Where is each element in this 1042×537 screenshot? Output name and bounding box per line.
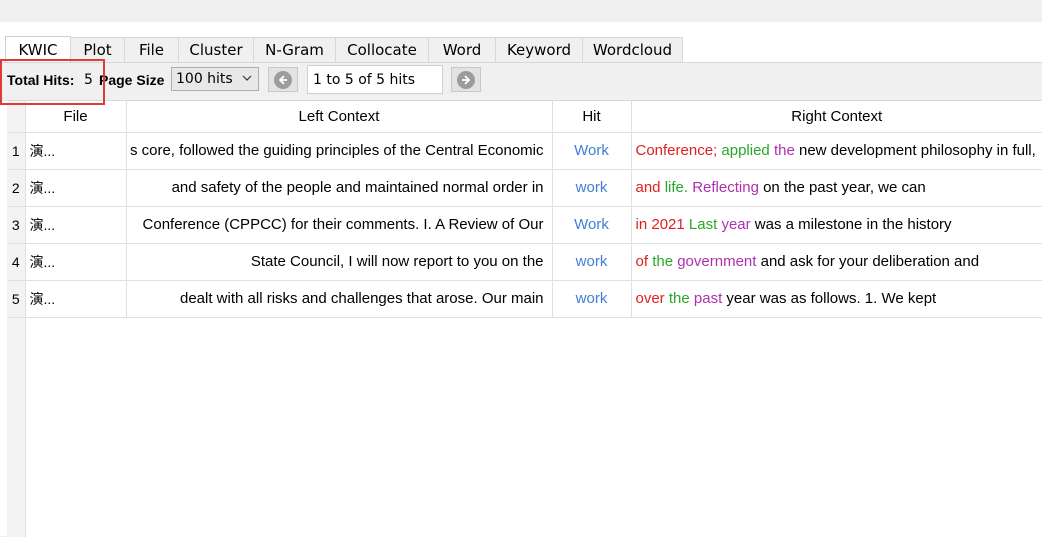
left-context-cell: dealt with all risks and challenges that… <box>126 280 553 318</box>
kwic-results-grid: File Left Context Hit Right Context 1 演..… <box>7 100 1042 537</box>
right-context-token: Last <box>688 216 718 233</box>
tab-cluster[interactable]: Cluster <box>178 37 254 62</box>
table-header-row: File Left Context Hit Right Context <box>7 101 1042 133</box>
right-context-token: Reflecting <box>692 179 759 196</box>
left-context-cell: State Council, I will now report to you … <box>126 243 553 281</box>
tab-collocate[interactable]: Collocate <box>335 37 429 62</box>
right-context-token: new development philosophy in full, <box>794 142 1036 159</box>
right-context-token: 2021 <box>651 216 685 233</box>
table-row[interactable]: 1 演... s core, followed the guiding princi… <box>7 132 1042 170</box>
right-context-token: over <box>635 290 665 307</box>
right-context-token: Conference; <box>635 142 718 159</box>
right-context-token: and ask for your deliberation and <box>756 253 980 270</box>
arrow-left-icon <box>274 70 292 89</box>
row-number: 1 <box>7 132 26 170</box>
column-header-left-context[interactable]: Left Context <box>126 101 553 133</box>
prev-page-button[interactable] <box>268 67 298 92</box>
row-number: 2 <box>7 169 26 207</box>
left-context-cell: Conference (CPPCC) for their comments. I… <box>126 206 553 244</box>
column-header-right-context[interactable]: Right Context <box>631 101 1042 133</box>
right-context-token: was a milestone in the history <box>750 216 952 233</box>
table-row[interactable]: 5 演... dealt with all risks and challenges… <box>7 280 1042 318</box>
hit-cell[interactable]: Work <box>552 206 632 244</box>
right-context-cell: of the government and ask for your delib… <box>631 243 1042 281</box>
right-context-cell: in 2021 Last year was a milestone in the… <box>631 206 1042 244</box>
tab-word[interactable]: Word <box>428 37 496 62</box>
tab-keyword[interactable]: Keyword <box>495 37 583 62</box>
page-size-label: Page Size <box>99 72 165 88</box>
page-info-field[interactable]: 1 to 5 of 5 hits <box>307 65 443 94</box>
kwic-table: File Left Context Hit Right Context 1 演..… <box>7 101 1042 318</box>
table-row[interactable]: 2 演... and safety of the people and mainta… <box>7 169 1042 207</box>
right-context-token: year was as follows. 1. We kept <box>722 290 937 307</box>
row-number: 4 <box>7 243 26 281</box>
right-context-token: past <box>693 290 723 307</box>
right-context-token: government <box>677 253 757 270</box>
file-cell: 演... <box>25 206 127 244</box>
row-number: 3 <box>7 206 26 244</box>
file-cell: 演... <box>25 243 127 281</box>
hit-cell[interactable]: work <box>552 280 632 318</box>
file-cell: 演... <box>25 132 127 170</box>
kwic-toolbar: Total Hits: 5 Page Size 100 hits 1 to 5 … <box>0 62 1042 101</box>
table-row[interactable]: 3 演... Conference (CPPCC) for their commen… <box>7 206 1042 244</box>
right-context-token: in <box>635 216 648 233</box>
tab-ngram[interactable]: N-Gram <box>253 37 336 62</box>
page-size-value: 100 hits <box>176 71 233 87</box>
right-context-token: on the past year, we can <box>758 179 926 196</box>
row-number: 5 <box>7 280 26 318</box>
total-hits-value: 5 <box>84 72 93 88</box>
left-context-cell: and safety of the people and maintained … <box>126 169 553 207</box>
right-context-cell: and life. Reflecting on the past year, w… <box>631 169 1042 207</box>
table-row[interactable]: 4 演... State Council, I will now report to… <box>7 243 1042 281</box>
right-context-token: of <box>635 253 649 270</box>
right-context-token: applied <box>721 142 770 159</box>
file-cell: 演... <box>25 280 127 318</box>
right-context-token: the <box>668 290 690 307</box>
column-header-hit[interactable]: Hit <box>552 101 632 133</box>
right-context-token: life. <box>664 179 689 196</box>
tab-bar: KWIC Plot File Cluster N-Gram Collocate … <box>5 36 683 63</box>
right-context-token: year <box>721 216 751 233</box>
page-size-select[interactable]: 100 hits <box>171 67 259 91</box>
left-context-cell: s core, followed the guiding principles … <box>126 132 553 170</box>
total-hits-label: Total Hits: <box>7 72 75 88</box>
right-context-token: the <box>652 253 674 270</box>
right-context-token: and <box>635 179 661 196</box>
hit-cell[interactable]: Work <box>552 132 632 170</box>
tab-wordcloud[interactable]: Wordcloud <box>582 37 683 62</box>
right-context-cell: over the past year was as follows. 1. We… <box>631 280 1042 318</box>
arrow-right-icon <box>457 70 475 89</box>
column-header-file[interactable]: File <box>25 101 127 133</box>
tab-file[interactable]: File <box>124 37 179 62</box>
tab-kwic[interactable]: KWIC <box>5 36 71 63</box>
tab-plot[interactable]: Plot <box>70 37 125 62</box>
table-body: 1 演... s core, followed the guiding princi… <box>7 132 1042 318</box>
chevron-down-icon <box>242 75 252 81</box>
file-cell: 演... <box>25 169 127 207</box>
window-top-strip <box>0 0 1042 22</box>
right-context-cell: Conference; applied the new development … <box>631 132 1042 170</box>
row-number-header <box>7 101 26 133</box>
next-page-button[interactable] <box>451 67 481 92</box>
right-context-token: the <box>773 142 795 159</box>
hit-cell[interactable]: work <box>552 169 632 207</box>
hit-cell[interactable]: work <box>552 243 632 281</box>
